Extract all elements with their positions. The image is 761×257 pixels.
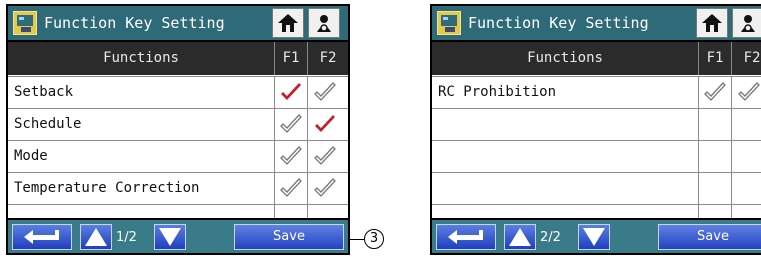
outline-checkmark-icon bbox=[280, 114, 302, 133]
back-button[interactable] bbox=[12, 224, 72, 250]
f1-checkbox[interactable] bbox=[278, 80, 304, 106]
back-button[interactable] bbox=[436, 224, 496, 250]
red-checkmark-icon bbox=[315, 115, 335, 132]
return-arrow-icon bbox=[448, 230, 483, 244]
function-label: Mode bbox=[14, 148, 48, 164]
page-indicator: 1/2 bbox=[116, 230, 137, 245]
settings-icon bbox=[317, 15, 331, 32]
page-indicator: 2/2 bbox=[540, 230, 561, 245]
bottom-bar: 2/2 Save bbox=[432, 220, 761, 253]
callout-number: 3 bbox=[364, 229, 384, 249]
table-header: Functions F1 F2 bbox=[8, 42, 348, 75]
page-up-button[interactable] bbox=[504, 224, 536, 250]
home-button[interactable] bbox=[696, 8, 728, 38]
title-bar: Function Key Setting bbox=[432, 6, 761, 40]
table-header: Functions F1 F2 bbox=[432, 42, 761, 75]
red-checkmark-icon bbox=[281, 83, 301, 100]
callout-leader-line bbox=[350, 239, 364, 240]
page-down-button[interactable] bbox=[154, 224, 186, 250]
table-row: Schedule bbox=[8, 108, 348, 140]
outline-checkmark-icon bbox=[280, 178, 302, 197]
return-arrow-icon bbox=[24, 230, 59, 244]
f1-checkbox[interactable] bbox=[278, 144, 304, 170]
title-bar: Function Key Setting bbox=[8, 6, 348, 40]
header-f1: F1 bbox=[706, 50, 724, 66]
arrow-down-icon bbox=[583, 228, 605, 246]
page-up-button[interactable] bbox=[80, 224, 112, 250]
table-row-empty bbox=[432, 172, 761, 204]
function-key-app-icon bbox=[437, 11, 461, 35]
function-table: Functions F1 F2 Setback Schedule Mode Te… bbox=[8, 42, 348, 218]
page-down-button[interactable] bbox=[578, 224, 610, 250]
f2-checkbox[interactable] bbox=[312, 176, 338, 202]
outline-checkmark-icon bbox=[314, 82, 336, 101]
function-key-app-icon bbox=[13, 11, 37, 35]
function-label: Setback bbox=[14, 84, 74, 100]
home-button[interactable] bbox=[272, 8, 304, 38]
f2-checkbox[interactable] bbox=[312, 80, 338, 106]
header-f1: F1 bbox=[282, 50, 300, 66]
f2-checkbox[interactable] bbox=[312, 144, 338, 170]
header-functions: Functions bbox=[527, 50, 603, 66]
settings-screen-page-2: Function Key Setting Functions F1 F2 RC … bbox=[430, 4, 761, 255]
function-label: Temperature Correction bbox=[14, 180, 200, 196]
function-label: RC Prohibition bbox=[438, 84, 557, 100]
save-button[interactable]: Save bbox=[658, 224, 761, 250]
f1-checkbox[interactable] bbox=[278, 176, 304, 202]
f2-checkbox[interactable] bbox=[312, 112, 338, 138]
header-f2: F2 bbox=[319, 50, 337, 66]
home-icon bbox=[278, 14, 298, 32]
outline-checkmark-icon bbox=[738, 82, 760, 101]
f1-checkbox[interactable] bbox=[278, 112, 304, 138]
table-row-empty bbox=[432, 140, 761, 172]
table-row: RC Prohibition bbox=[432, 76, 761, 108]
header-functions: Functions bbox=[103, 50, 179, 66]
table-row-partial bbox=[8, 204, 348, 218]
table-row: Mode bbox=[8, 140, 348, 172]
header-f2: F2 bbox=[743, 50, 761, 66]
function-label: Schedule bbox=[14, 116, 82, 132]
bottom-bar: 1/2 Save bbox=[8, 220, 348, 253]
page-title: Function Key Setting bbox=[468, 14, 649, 32]
arrow-up-icon bbox=[85, 228, 107, 246]
settings-button[interactable] bbox=[732, 8, 761, 38]
table-row: Temperature Correction bbox=[8, 172, 348, 204]
home-icon bbox=[702, 14, 722, 32]
outline-checkmark-icon bbox=[704, 82, 726, 101]
f1-checkbox[interactable] bbox=[702, 80, 728, 106]
table-row: Setback bbox=[8, 76, 348, 108]
table-row-empty bbox=[432, 108, 761, 140]
function-table: Functions F1 F2 RC Prohibition bbox=[432, 42, 761, 218]
settings-button[interactable] bbox=[308, 8, 340, 38]
save-button[interactable]: Save bbox=[234, 224, 344, 250]
page-title: Function Key Setting bbox=[44, 14, 225, 32]
settings-icon bbox=[741, 15, 755, 32]
table-row-partial bbox=[432, 204, 761, 218]
outline-checkmark-icon bbox=[314, 178, 336, 197]
outline-checkmark-icon bbox=[314, 146, 336, 165]
outline-checkmark-icon bbox=[280, 146, 302, 165]
arrow-down-icon bbox=[159, 228, 181, 246]
f2-checkbox[interactable] bbox=[736, 80, 761, 106]
settings-screen-page-1: Function Key Setting Functions F1 F2 Set… bbox=[6, 4, 350, 255]
arrow-up-icon bbox=[509, 228, 531, 246]
